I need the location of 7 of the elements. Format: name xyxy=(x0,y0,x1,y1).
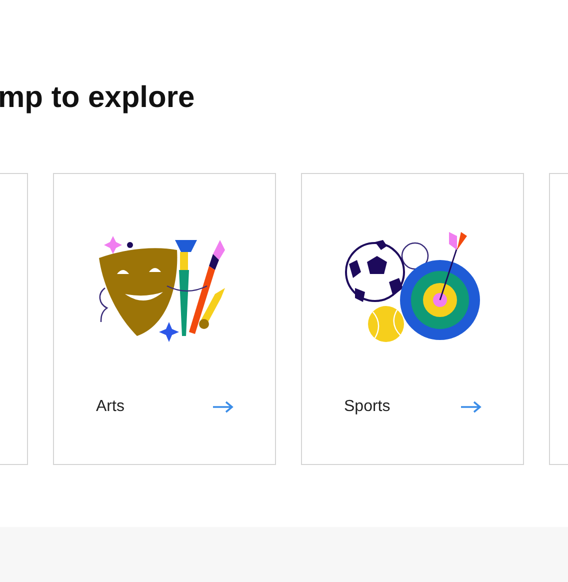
arrow-right-icon[interactable] xyxy=(460,401,482,413)
section-heading: mp to explore xyxy=(0,80,195,116)
category-card[interactable]: Arts xyxy=(53,173,276,465)
arrow-right-icon[interactable] xyxy=(212,401,234,413)
category-label: Sports xyxy=(344,398,390,416)
category-card[interactable]: Sports xyxy=(301,173,524,465)
category-label: Arts xyxy=(96,398,124,416)
